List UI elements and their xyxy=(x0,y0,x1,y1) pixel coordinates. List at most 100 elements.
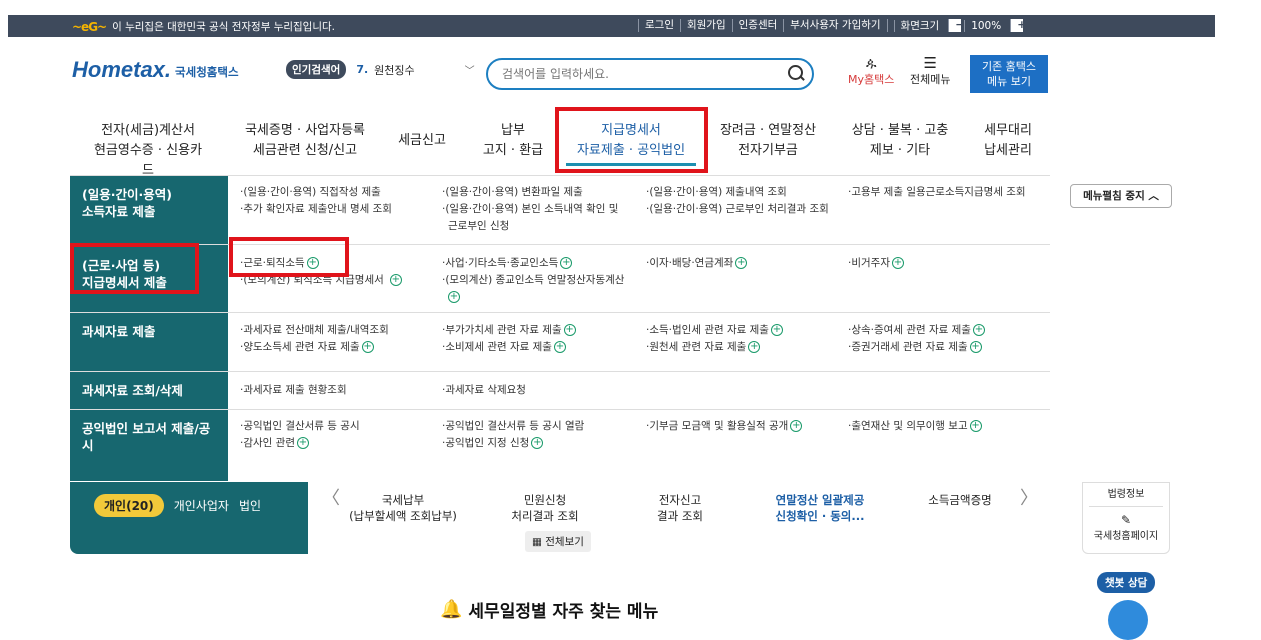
plus-icon[interactable]: + xyxy=(973,324,985,336)
zoom-in-button[interactable]: + xyxy=(1010,19,1023,32)
plus-icon[interactable]: + xyxy=(390,274,402,286)
menu-link[interactable]: ·(일용·간이·용역) 제출내역 조회 xyxy=(646,184,829,201)
view-all-button[interactable]: ▦ 전체보기 xyxy=(525,531,591,552)
plus-icon[interactable]: + xyxy=(531,437,543,449)
cert-center-link[interactable]: 인증센터 xyxy=(732,19,784,32)
mega-cell: ·고용부 제출 일용근로소득지급명세 조회 xyxy=(848,184,1026,201)
chevron-down-icon[interactable]: ﹀ xyxy=(465,62,475,77)
menu-link[interactable]: ·출연재산 및 의무이행 보고+ xyxy=(848,418,982,435)
mega-cell: ·(일용·간이·용역) 직접작성 제출 ·추가 확인자료 제출안내 명세 조회 xyxy=(240,184,392,218)
search-icon[interactable] xyxy=(782,59,812,89)
menu-link[interactable]: ·과세자료 제출 현황조회 xyxy=(240,382,347,399)
popular-rank: 7. xyxy=(356,63,368,76)
search-input[interactable] xyxy=(502,67,782,81)
menu-link[interactable]: ·사업·기타소득·종교인소득+ xyxy=(442,255,624,272)
menu-link[interactable]: ·원천세 관련 자료 제출+ xyxy=(646,339,783,356)
chatbot-avatar-icon[interactable] xyxy=(1108,600,1148,640)
nts-homepage-link[interactable]: ✎ 국세청홈페이지 xyxy=(1089,506,1163,542)
menu-link[interactable]: ·근로·퇴직소득+ xyxy=(240,255,402,272)
chatbot-button[interactable]: 챗봇 상담 xyxy=(1097,572,1155,593)
plus-icon[interactable]: + xyxy=(771,324,783,336)
menu-link[interactable]: ·기부금 모금액 및 활용실적 공개+ xyxy=(646,418,802,435)
quick-menu-item[interactable]: 소득금액증명 xyxy=(910,492,1010,508)
popular-badge: 인기검색어 xyxy=(286,60,346,79)
gnb-payment-statements[interactable]: 지급명세서자료제출 · 공익법인 xyxy=(566,121,696,166)
menu-link[interactable]: ·공익법인 지정 신청+ xyxy=(442,435,584,452)
login-link[interactable]: 로그인 xyxy=(638,19,680,32)
chevron-right-icon[interactable]: 〉 xyxy=(1020,484,1038,510)
menu-link[interactable]: ·추가 확인자료 제출안내 명세 조회 xyxy=(240,201,392,218)
menu-link[interactable]: ·(일용·간이·용역) 직접작성 제출 xyxy=(240,184,392,201)
plus-icon[interactable]: + xyxy=(735,257,747,269)
gnb-incentives[interactable]: 장려금 · 연말정산전자기부금 xyxy=(716,121,820,161)
side-quick-box: 법령정보 ✎ 국세청홈페이지 xyxy=(1082,482,1170,554)
quick-menu-item[interactable]: 국세납부(납부할세액 조회납부) xyxy=(338,492,468,524)
menu-link[interactable]: ·상속·증여세 관련 자료 제출+ xyxy=(848,322,985,339)
plus-icon[interactable]: + xyxy=(448,291,460,303)
popular-keyword[interactable]: 원천징수 xyxy=(374,62,414,78)
gnb-consulting[interactable]: 상담 · 불복 · 고충제보 · 기타 xyxy=(846,121,954,161)
tab-sole-proprietor[interactable]: 개인사업자 xyxy=(174,497,229,514)
mega-cell: ·공익법인 결산서류 등 공시 열람 ·공익법인 지정 신청+ xyxy=(442,418,584,452)
law-info-link[interactable]: 법령정보 xyxy=(1083,483,1169,500)
mega-cell: ·부가가치세 관련 자료 제출+ ·소비제세 관련 자료 제출+ xyxy=(442,322,576,356)
gnb-certificates[interactable]: 국세증명 · 사업자등록세금관련 신청/신고 xyxy=(240,121,370,161)
gnb-tax-filing[interactable]: 세금신고 xyxy=(394,131,450,151)
mega-category[interactable]: 과세자료 제출 xyxy=(70,313,228,371)
mega-cell: ·비거주자+ xyxy=(848,255,904,272)
quick-menu-item[interactable]: 민원신청처리결과 조회 xyxy=(490,492,600,524)
menu-link[interactable]: ·비거주자+ xyxy=(848,255,904,272)
menu-link[interactable]: ·이자·배당·연금계좌+ xyxy=(646,255,747,272)
menu-link[interactable]: ·부가가치세 관련 자료 제출+ xyxy=(442,322,576,339)
global-nav: 전자(세금)계산서현금영수증 · 신용카드 국세증명 · 사업자등록세금관련 신… xyxy=(0,107,1261,171)
hometax-logo[interactable]: Hometax. 국세청홈택스 xyxy=(72,57,239,83)
plus-icon[interactable]: + xyxy=(307,257,319,269)
mega-cell: ·근로·퇴직소득+ ·(모의계산) 퇴직소득 지급명세서+ xyxy=(240,255,402,289)
menu-link[interactable]: ·감사인 관련+ xyxy=(240,435,360,452)
plus-icon[interactable]: + xyxy=(748,341,760,353)
quick-menu-item[interactable]: 연말정산 일괄제공신청확인 · 동의... xyxy=(760,492,880,524)
dept-user-signup-link[interactable]: 부서사용자 가입하기 xyxy=(783,19,886,32)
plus-icon[interactable]: + xyxy=(297,437,309,449)
tab-individual[interactable]: 개인(20) xyxy=(94,494,164,517)
menu-link[interactable]: ·공익법인 결산서류 등 공시 xyxy=(240,418,360,435)
menu-link[interactable]: ·(일용·간이·용역) 근로부인 처리결과 조회 xyxy=(646,201,829,218)
plus-icon[interactable]: + xyxy=(892,257,904,269)
menu-link[interactable]: ·공익법인 결산서류 등 공시 열람 xyxy=(442,418,584,435)
signup-link[interactable]: 회원가입 xyxy=(680,19,732,32)
menu-link[interactable]: ·(일용·간이·용역) 본인 소득내역 확인 및 xyxy=(442,201,618,218)
menu-link[interactable]: ·양도소득세 관련 자료 제출+ xyxy=(240,339,389,356)
mega-category[interactable]: (근로·사업 등)지급명세서 제출 xyxy=(70,245,228,312)
menu-link-cont[interactable]: 근로부인 신청 xyxy=(442,218,618,235)
zoom-out-button[interactable]: − xyxy=(948,19,961,32)
menu-link[interactable]: ·(모의계산) 퇴직소득 지급명세서+ xyxy=(240,272,402,289)
mega-category[interactable]: 과세자료 조회/삭제 xyxy=(70,372,228,409)
gnb-e-invoice[interactable]: 전자(세금)계산서현금영수증 · 신용카드 xyxy=(88,121,208,181)
plus-icon[interactable]: + xyxy=(362,341,374,353)
menu-link[interactable]: ·소득·법인세 관련 자료 제출+ xyxy=(646,322,783,339)
quick-menu-item[interactable]: 전자신고결과 조회 xyxy=(630,492,730,524)
gnb-payment[interactable]: 납부고지 · 환급 xyxy=(476,121,550,161)
menu-expand-pause-button[interactable]: 메뉴펼침 중지 ︿ xyxy=(1070,184,1172,208)
mega-category[interactable]: (일용·간이·용역)소득자료 제출 xyxy=(70,176,228,244)
search-box xyxy=(486,58,814,90)
all-menu-button[interactable]: ☰ 전체메뉴 xyxy=(910,55,950,87)
menu-link[interactable]: ·(모의계산) 종교인소득 연말정산자동계산 xyxy=(442,272,624,289)
menu-link[interactable]: ·소비제세 관련 자료 제출+ xyxy=(442,339,576,356)
gnb-tax-agent[interactable]: 세무대리납세관리 xyxy=(976,121,1040,161)
tab-corporation[interactable]: 법인 xyxy=(239,497,261,514)
plus-icon[interactable]: + xyxy=(564,324,576,336)
old-menu-button[interactable]: 기존 홈택스 메뉴 보기 xyxy=(970,55,1048,93)
menu-link[interactable]: ·과세자료 전산매체 제출/내역조회 xyxy=(240,322,389,339)
menu-link[interactable]: ·과세자료 삭제요청 xyxy=(442,382,526,399)
menu-link[interactable]: ·(일용·간이·용역) 변환파일 제출 xyxy=(442,184,618,201)
plus-icon[interactable]: + xyxy=(790,420,802,432)
my-hometax-button[interactable]: ዹ My홈택스 xyxy=(848,55,894,87)
plus-icon[interactable]: + xyxy=(970,420,982,432)
plus-icon[interactable]: + xyxy=(970,341,982,353)
mega-category[interactable]: 공익법인 보고서 제출/공시 xyxy=(70,410,228,481)
menu-link[interactable]: ·증권거래세 관련 자료 제출+ xyxy=(848,339,985,356)
plus-icon[interactable]: + xyxy=(554,341,566,353)
plus-icon[interactable]: + xyxy=(560,257,572,269)
menu-link[interactable]: ·고용부 제출 일용근로소득지급명세 조회 xyxy=(848,184,1026,201)
